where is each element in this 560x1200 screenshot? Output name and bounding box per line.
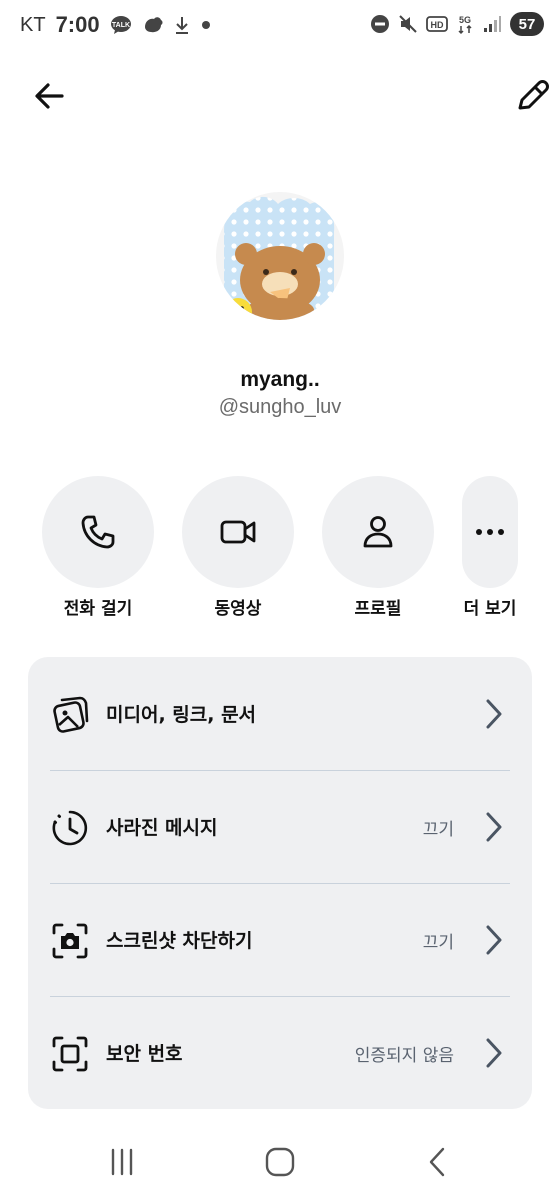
safety-number-icon (50, 1034, 90, 1074)
screenshot-icon (50, 921, 90, 961)
video-button[interactable] (182, 476, 294, 588)
safety-number-value: 인증되지 않음 (354, 1046, 454, 1066)
chevron-right-icon (482, 810, 506, 844)
conversation-settings-card: 미디어, 링크, 문서 사라진 메시지 끄기 스크린샷 차단하기 끄기 보안 번… (28, 657, 532, 1109)
5g-icon: 5G (456, 13, 474, 35)
status-bar: KT 7:00 TALK HD 5G 57 (0, 0, 560, 52)
svg-text:5G: 5G (459, 15, 471, 25)
more-action[interactable]: 더 보기 (462, 476, 518, 619)
home-icon (265, 1147, 295, 1177)
more-button[interactable] (462, 476, 518, 588)
media-links-docs-row[interactable]: 미디어, 링크, 문서 (28, 657, 532, 770)
profile-action[interactable]: 프로필 (322, 476, 434, 619)
avatar[interactable] (216, 192, 344, 320)
profile-name: myang.. (240, 368, 320, 391)
download-icon (174, 15, 190, 35)
safety-number-title: 보안 번호 (106, 1043, 183, 1065)
profile-button[interactable] (322, 476, 434, 588)
screenshot-block-value: 끄기 (422, 933, 454, 953)
chevron-right-icon (482, 1036, 506, 1070)
safety-number-row[interactable]: 보안 번호 인증되지 않음 (28, 996, 532, 1109)
back-nav-icon (429, 1147, 445, 1177)
hd-icon: HD (426, 15, 448, 33)
disappearing-messages-title: 사라진 메시지 (106, 817, 218, 839)
system-nav-bar (0, 1130, 560, 1190)
video-action[interactable]: 동영상 (182, 476, 294, 619)
person-icon (363, 516, 393, 548)
video-icon (220, 520, 256, 544)
disappearing-messages-value: 끄기 (422, 820, 454, 840)
recents-icon (111, 1148, 133, 1176)
timer-icon (50, 808, 90, 848)
talk-icon: TALK (110, 15, 132, 35)
disappearing-messages-row[interactable]: 사라진 메시지 끄기 (28, 770, 532, 883)
svg-text:TALK: TALK (112, 22, 130, 29)
screenshot-block-row[interactable]: 스크린샷 차단하기 끄기 (28, 883, 532, 996)
bird-icon (142, 15, 164, 35)
screenshot-block-title: 스크린샷 차단하기 (106, 930, 253, 952)
back-nav-button[interactable] (416, 1140, 460, 1184)
battery-indicator: 57 (510, 12, 544, 36)
home-button[interactable] (258, 1140, 302, 1184)
call-action[interactable]: 전화 걸기 (42, 476, 154, 619)
edit-button[interactable] (512, 76, 552, 116)
clock: 7:00 (55, 12, 100, 37)
bear-avatar-image (216, 192, 344, 320)
more-label: 더 보기 (463, 599, 517, 619)
dot-icon (200, 19, 212, 31)
signal-icon (482, 14, 502, 34)
carrier-label: KT (20, 13, 46, 36)
more-icon (476, 529, 504, 535)
profile-handle: @sungho_luv (218, 396, 342, 418)
profile-label: 프로필 (354, 599, 402, 619)
dnd-icon (370, 14, 390, 34)
arrow-left-icon (35, 83, 64, 109)
call-button[interactable] (42, 476, 154, 588)
chevron-right-icon (482, 697, 506, 731)
pencil-icon (518, 80, 549, 110)
media-links-docs-title: 미디어, 링크, 문서 (106, 704, 257, 726)
call-label: 전화 걸기 (63, 599, 133, 619)
svg-text:HD: HD (431, 20, 444, 30)
chevron-right-icon (482, 923, 506, 957)
mute-icon (398, 14, 418, 34)
recents-button[interactable] (100, 1140, 144, 1184)
back-button[interactable] (30, 76, 70, 116)
phone-icon (81, 515, 115, 549)
video-label: 동영상 (214, 599, 262, 619)
media-icon (50, 695, 90, 735)
